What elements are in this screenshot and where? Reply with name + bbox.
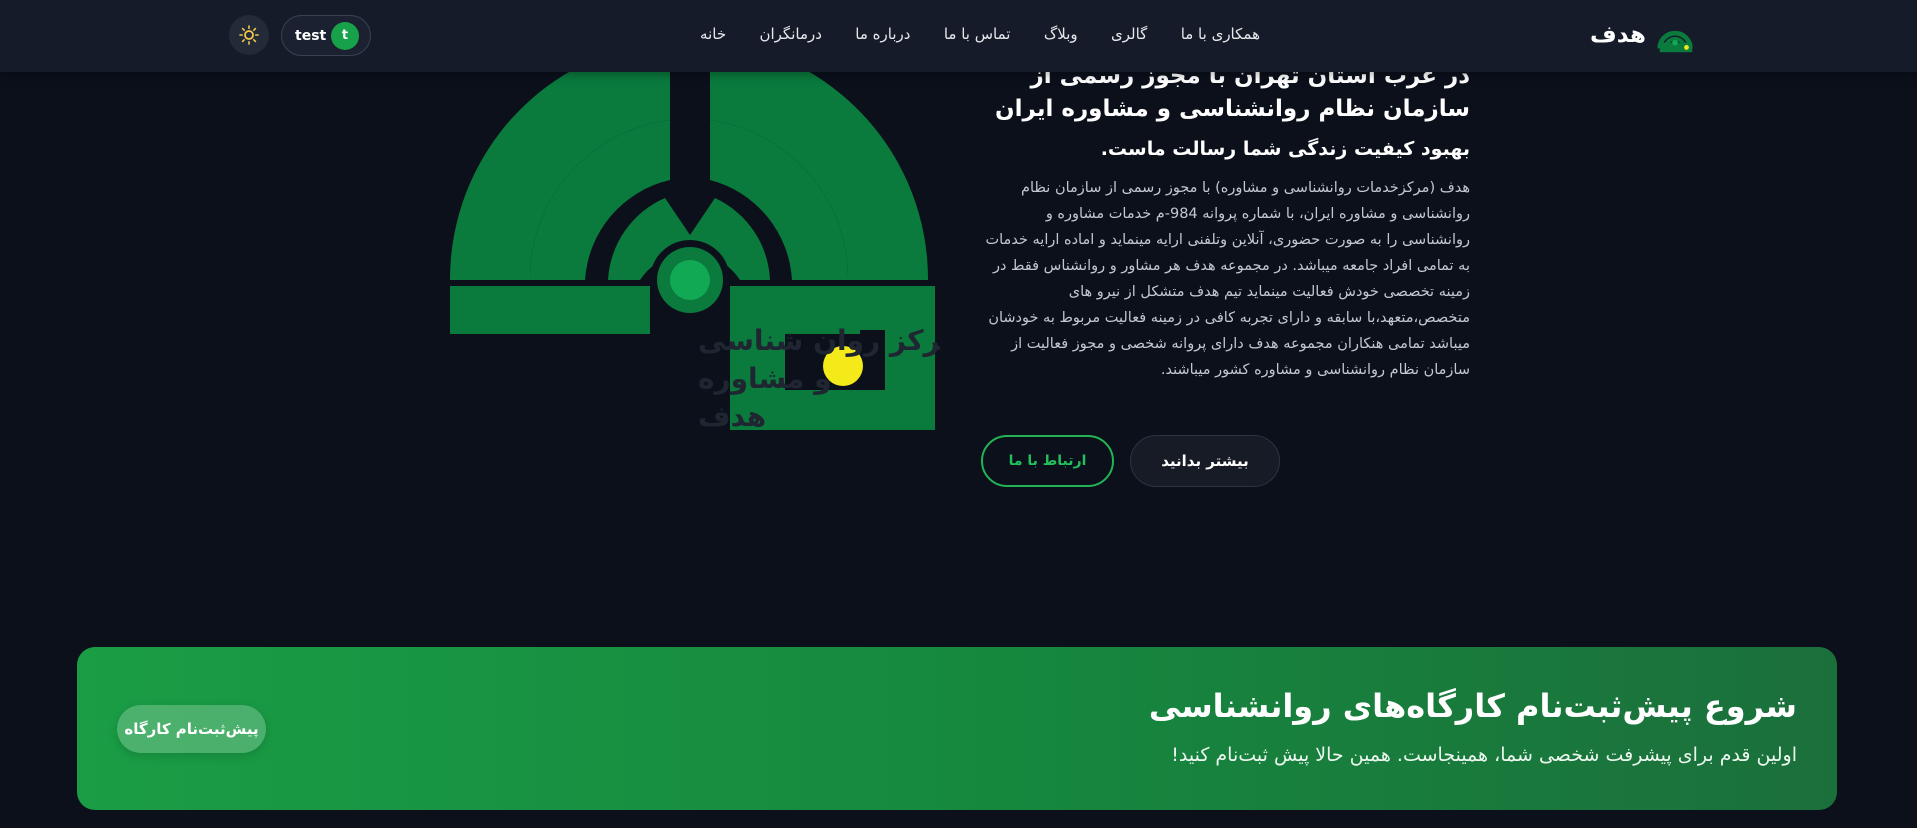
sun-icon	[239, 25, 259, 45]
banner-title: شروع پیش‌ثبت‌نام کارگاه‌های روانشناسی	[1148, 687, 1797, 725]
brand-logo-icon	[1657, 30, 1693, 53]
nav-blog[interactable]: وبلاگ	[1044, 25, 1078, 43]
user-menu-button[interactable]: test t	[281, 15, 371, 56]
banner-subtitle: اولین قدم برای پیشرفت شخصی شما، همینجاست…	[1171, 744, 1797, 766]
learn-more-button[interactable]: بیشتر بدانید	[1130, 435, 1280, 487]
user-name: test	[295, 27, 327, 44]
contact-us-button[interactable]: ارتباط با ما	[981, 435, 1114, 487]
hero-logo-text-line3: هدف	[698, 400, 766, 433]
hero-text-block: در غرب استان تهران با مجوز رسمی از سازما…	[975, 60, 1470, 383]
nav-gallery[interactable]: گالری	[1111, 25, 1147, 43]
nav-home[interactable]: خانه	[700, 25, 726, 43]
hero-logo-text-line1: مرکز روان شناسی	[698, 324, 940, 357]
site-header: هدف خانه درمانگران درباره ما تماس با ما …	[0, 0, 1917, 72]
theme-toggle-button[interactable]	[229, 15, 269, 55]
main-nav: خانه درمانگران درباره ما تماس با ما وبلا…	[700, 18, 1260, 50]
workshop-preregistration-banner: شروع پیش‌ثبت‌نام کارگاه‌های روانشناسی او…	[77, 647, 1837, 810]
brand[interactable]: هدف	[1590, 14, 1696, 56]
workshop-preregister-button[interactable]: پیش‌ثبت‌نام کارگاه	[117, 705, 266, 753]
hero-heading-line2: سازمان نظام روانشناسی و مشاوره ایران	[995, 96, 1470, 122]
hero-description: هدف (مرکزخدمات روانشناسی و مشاوره) با مج…	[985, 180, 1470, 378]
nav-careers[interactable]: همکاری با ما	[1181, 25, 1260, 43]
nav-contact[interactable]: تماس با ما	[944, 25, 1011, 43]
hero-subheading: بهبود کیفیت زندگی شما رسالت ماست.	[1100, 138, 1470, 160]
brand-name: هدف	[1590, 22, 1646, 48]
page: هدف خانه درمانگران درباره ما تماس با ما …	[0, 0, 1917, 828]
nav-about[interactable]: درباره ما	[855, 25, 910, 43]
nav-therapists[interactable]: درمانگران	[759, 25, 821, 43]
user-avatar: t	[331, 21, 359, 50]
hero-logo-illustration: مرکز روان شناسی و مشاوره هدف	[449, 60, 940, 433]
hero-logo-text-line2: و مشاوره	[698, 362, 832, 395]
